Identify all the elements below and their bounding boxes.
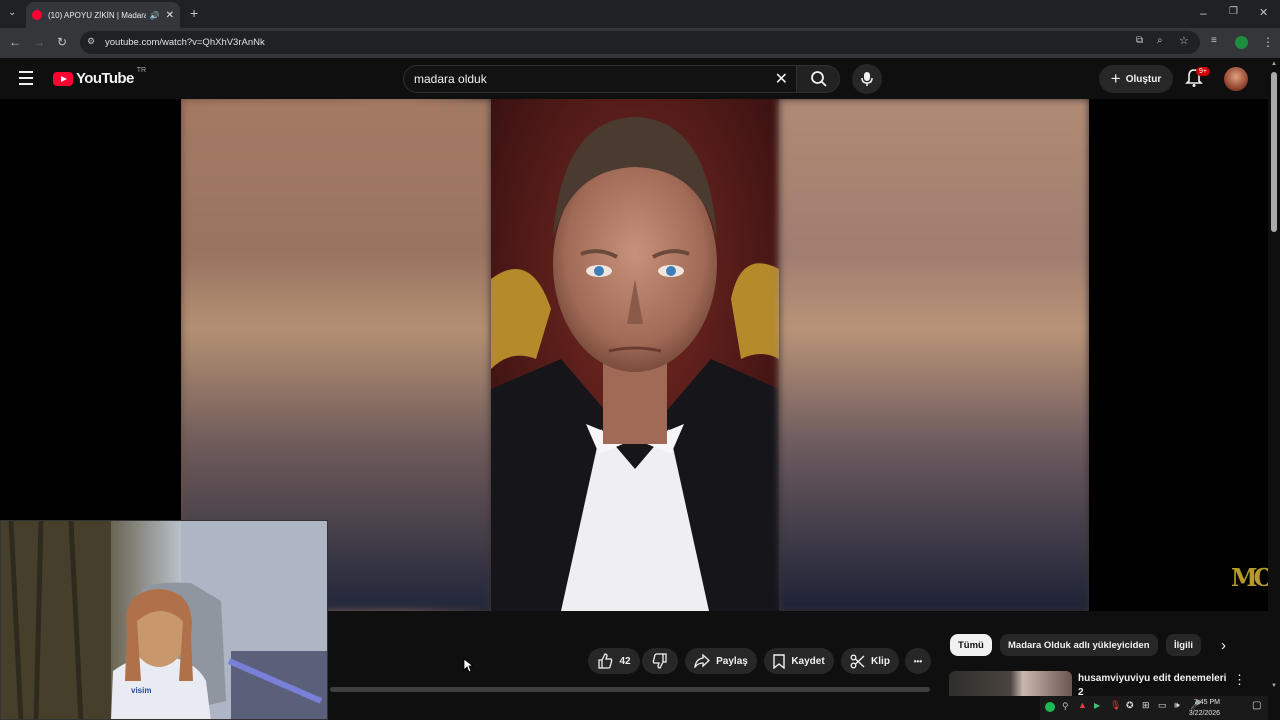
clip-button[interactable]: Klip <box>841 648 899 674</box>
zoom-icon[interactable]: ⌕ <box>1157 35 1163 46</box>
clear-search-icon[interactable]: ✕ <box>775 69 788 89</box>
menu-hamburger-icon[interactable] <box>19 71 33 89</box>
recommendation-menu-icon[interactable]: ⋮ <box>1233 672 1246 688</box>
video-portrait-image <box>491 99 779 611</box>
page-scrollbar[interactable]: ▲ ▼ <box>1268 58 1280 698</box>
search-input[interactable]: madara olduk ✕ <box>403 65 796 93</box>
save-button[interactable]: Kaydet <box>764 648 834 674</box>
warning-icon[interactable]: ▲ <box>1078 700 1087 710</box>
forward-arrow-icon[interactable]: → <box>33 35 45 49</box>
network-icon[interactable]: ⚲ <box>1062 701 1069 712</box>
bookmark-icon <box>773 653 786 669</box>
tab-title: (10) APOYU ZİKİN | Madara <box>48 10 146 20</box>
speaker-icon[interactable]: 🔊 <box>150 11 160 20</box>
webcam-illustration <box>1 521 327 719</box>
share-label: Paylaş <box>716 655 748 667</box>
windows-icon[interactable]: ⊞ <box>1142 700 1150 711</box>
scroll-down-icon[interactable]: ▼ <box>1271 683 1277 689</box>
chip-all[interactable]: Tümü <box>950 634 992 656</box>
url-text[interactable]: youtube.com/watch?v=QhXhV3rAnNk <box>105 37 265 48</box>
back-arrow-icon[interactable]: ← <box>9 35 21 49</box>
install-app-icon[interactable]: ⧉ <box>1136 35 1143 46</box>
notification-badge: 9+ <box>1196 67 1210 76</box>
share-button[interactable]: Paylaş <box>685 648 757 674</box>
clock-time: 7:45 PM <box>1193 699 1220 706</box>
clip-label: Klip <box>871 655 890 667</box>
youtube-header: YouTube TR madara olduk ✕ + Oluştur 9+ <box>0 58 1268 99</box>
chip-from-uploader[interactable]: Madara Olduk adlı yükleyiciden <box>1000 634 1158 656</box>
search-button[interactable] <box>796 65 840 93</box>
taskbar-tray: ⚲ ▲ ▶ 🎙 ✪ ⊞ ▭ 🕪 🎤 7:45 PM 3/22/2026 ▢ <box>1040 696 1268 720</box>
mic-muted-icon[interactable]: 🎙 <box>1110 700 1121 711</box>
webcam-overlay: visim <box>0 520 328 720</box>
chip-related[interactable]: İlgili <box>1166 634 1201 656</box>
omnibox[interactable]: ⚙ youtube.com/watch?v=QhXhV3rAnNk ⧉ ⌕ ☆ <box>80 31 1200 54</box>
create-label: Oluştur <box>1125 73 1162 85</box>
portrait-illustration <box>491 99 779 611</box>
youtube-favicon-icon <box>32 10 42 20</box>
more-actions-button[interactable]: ••• <box>905 648 931 674</box>
country-code: TR <box>136 67 147 74</box>
profile-avatar-icon[interactable] <box>1235 36 1248 49</box>
taskbar-clock[interactable]: 7:45 PM 3/22/2026 <box>1189 697 1220 719</box>
site-info-icon[interactable]: ⚙ <box>87 36 95 47</box>
blurred-background-right <box>779 99 1089 611</box>
restore-button[interactable]: ❐ <box>1229 6 1238 17</box>
save-label: Kaydet <box>791 655 825 667</box>
more-dots-icon: ••• <box>913 656 923 666</box>
search-icon <box>811 71 827 87</box>
like-count: 42 <box>619 655 631 667</box>
create-button[interactable]: + Oluştur <box>1099 65 1173 93</box>
close-window-button[interactable]: ✕ <box>1259 6 1268 19</box>
tab-close-icon[interactable]: ✕ <box>166 10 174 21</box>
channel-watermark[interactable]: MO <box>1231 563 1275 592</box>
search-query[interactable]: madara olduk <box>414 72 487 86</box>
reading-list-icon[interactable]: ≡ <box>1211 35 1217 46</box>
progress-bar-track[interactable] <box>330 687 930 692</box>
reload-icon[interactable]: ↻ <box>57 35 67 49</box>
clock-date: 3/22/2026 <box>1188 710 1220 717</box>
share-icon <box>694 654 711 668</box>
shirt-text: visim <box>131 686 152 695</box>
recommendation-thumbnail[interactable] <box>949 671 1072 696</box>
voice-search-button[interactable] <box>852 64 882 94</box>
browser-menu-icon[interactable]: ⋮ <box>1262 35 1274 49</box>
scroll-up-icon[interactable]: ▲ <box>1271 61 1277 67</box>
browser-tab-bar: ⌄ (10) APOYU ZİKİN | Madara 🔊 ✕ + – ❐ ✕ <box>0 0 1280 28</box>
new-tab-button[interactable]: + <box>190 5 198 21</box>
thumbs-up-icon <box>598 653 613 669</box>
app-icon[interactable]: ✪ <box>1126 700 1134 711</box>
display-icon[interactable]: ▭ <box>1158 700 1167 711</box>
scrollbar-thumb[interactable] <box>1271 72 1277 232</box>
address-bar-row: ← → ↻ ⚙ youtube.com/watch?v=QhXhV3rAnNk … <box>0 28 1280 58</box>
mouse-cursor-icon <box>463 658 473 673</box>
tab-search-button[interactable]: ⌄ <box>8 7 20 19</box>
dislike-button[interactable] <box>642 648 678 674</box>
browser-tab[interactable]: (10) APOYU ZİKİN | Madara 🔊 ✕ <box>26 2 180 28</box>
spotify-icon[interactable] <box>1045 702 1055 712</box>
thumbs-down-icon <box>652 653 667 669</box>
scissors-icon <box>850 654 865 668</box>
chevron-right-icon[interactable]: › <box>1221 637 1226 654</box>
account-avatar[interactable] <box>1224 67 1248 91</box>
recommendation-title[interactable]: husamviyuviyu edit denemeleri <box>1078 673 1226 684</box>
youtube-play-icon <box>53 71 73 86</box>
minimize-button[interactable]: – <box>1200 6 1207 20</box>
media-icon[interactable]: ▶ <box>1094 701 1100 710</box>
bookmark-star-icon[interactable]: ☆ <box>1179 34 1189 47</box>
volume-icon[interactable]: 🕪 <box>1174 700 1180 711</box>
microphone-icon <box>861 72 873 86</box>
youtube-logo[interactable]: YouTube TR <box>53 67 147 87</box>
notification-center-icon[interactable]: ▢ <box>1252 700 1261 711</box>
logo-wordmark: YouTube <box>76 70 134 87</box>
plus-icon: + <box>1110 69 1121 88</box>
like-button[interactable]: 42 <box>588 648 640 674</box>
